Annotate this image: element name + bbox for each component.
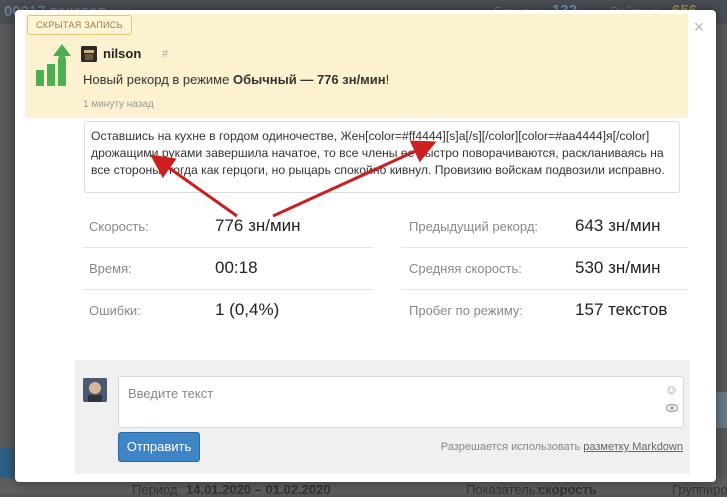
close-icon[interactable]: × <box>692 18 706 36</box>
stat-row: Скорость: 776 зн/мин <box>83 205 373 248</box>
eye-icon[interactable] <box>665 402 679 416</box>
record-prefix: Новый рекорд в режиме <box>83 72 233 87</box>
smile-icon[interactable]: ☺ <box>665 382 678 397</box>
stat-label: Предыдущий рекорд: <box>409 219 539 234</box>
record-speed: 776 зн/мин <box>316 72 386 87</box>
hidden-post-badge: СКРЫТАЯ ЗАПИСЬ <box>27 15 132 35</box>
bg-period-value: 14.01.2020 – 01.02.2020 <box>186 482 331 497</box>
send-button[interactable]: Отправить <box>118 432 200 462</box>
stat-row: Время: 00:18 <box>83 247 373 290</box>
stat-value: 776 зн/мин <box>215 216 301 235</box>
typed-text-quote: Оставшись на кухне в гордом одиночестве,… <box>84 121 680 193</box>
bg-group-label: Группировать <box>672 482 727 497</box>
record-post: СКРЫТАЯ ЗАПИСЬ nilson # Новый рекорд в р… <box>25 14 688 118</box>
stat-value: 1 (0,4%) <box>215 300 280 319</box>
rank-up-icon <box>36 44 71 86</box>
stat-value: 643 зн/мин <box>575 216 661 235</box>
stat-label: Пробег по режиму: <box>409 303 524 318</box>
stat-label: Средняя скорость: <box>409 261 522 276</box>
bg-period-label: Период: <box>132 482 182 497</box>
post-permalink[interactable]: # <box>162 48 168 60</box>
record-suffix: ! <box>385 72 390 87</box>
comment-form: Введите текст ☺ Отправить Разрешается ис… <box>75 360 690 474</box>
stat-value: 530 зн/мин <box>575 258 661 277</box>
stat-value: 00:18 <box>215 258 258 277</box>
stat-row: Ошибки: 1 (0,4%) <box>83 289 373 331</box>
post-time: 1 минуту назад <box>83 99 154 110</box>
markdown-note: Разрешается использовать разметку Markdo… <box>441 441 683 453</box>
stat-label: Скорость: <box>89 219 149 234</box>
stat-value: 157 текстов <box>575 300 668 319</box>
username-link[interactable]: nilson <box>103 46 141 61</box>
stat-row: Средняя скорость: 530 зн/мин <box>401 247 688 290</box>
comment-placeholder: Введите текст <box>128 386 214 401</box>
record-modal: × СКРЫТАЯ ЗАПИСЬ nilson # Новый рекорд в… <box>15 10 716 482</box>
current-user-avatar <box>83 378 107 402</box>
record-mode: Обычный <box>232 72 297 87</box>
markdown-note-text: Разрешается использовать <box>440 441 584 453</box>
record-dash: — <box>296 72 317 87</box>
bg-metric-label: Показатель: <box>466 482 540 497</box>
stat-label: Ошибки: <box>89 303 141 318</box>
bg-metric-value: скорость <box>538 482 597 497</box>
avatar[interactable] <box>81 46 97 62</box>
comment-input[interactable]: Введите текст ☺ <box>118 376 684 428</box>
stat-row: Предыдущий рекорд: 643 зн/мин <box>401 205 688 248</box>
stat-row: Пробег по режиму: 157 текстов <box>401 289 688 331</box>
stat-label: Время: <box>89 261 132 276</box>
record-message: Новый рекорд в режиме Обычный — 776 зн/м… <box>83 72 389 87</box>
markdown-link[interactable]: разметку Markdown <box>583 441 683 453</box>
